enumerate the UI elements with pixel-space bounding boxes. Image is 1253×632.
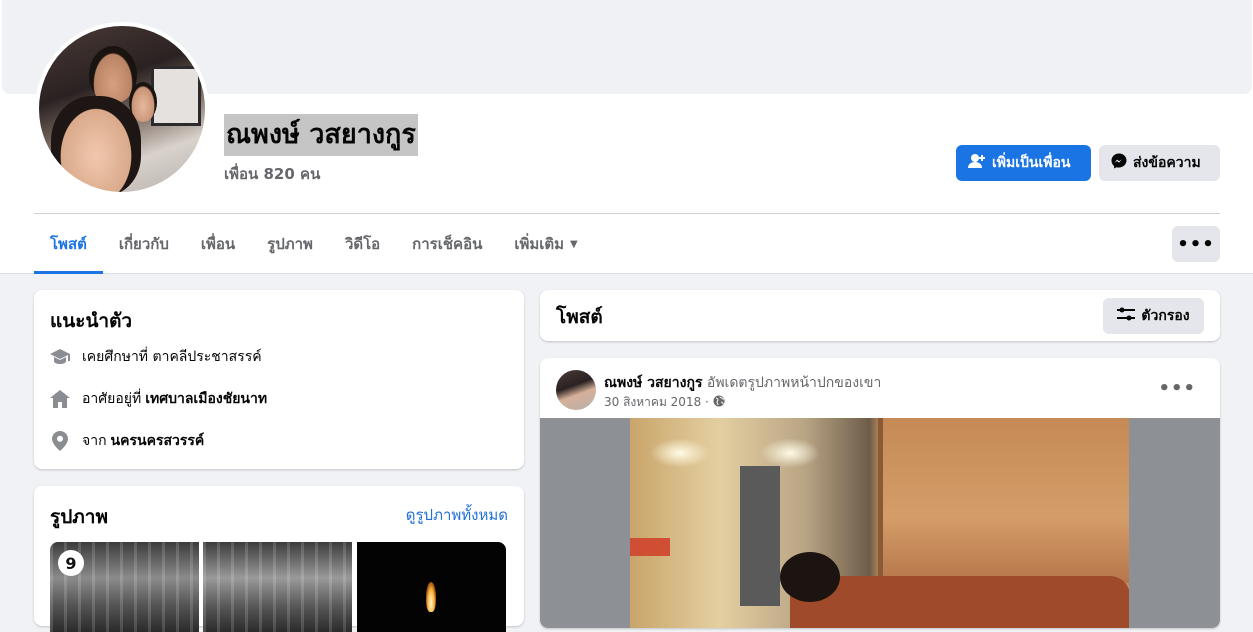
location-pin-icon bbox=[50, 431, 70, 451]
tab-about[interactable]: เกี่ยวกับ bbox=[103, 214, 185, 274]
photo-thumbnail[interactable] bbox=[203, 542, 352, 632]
friends-count[interactable]: เพื่อน 820 คน bbox=[224, 162, 320, 186]
add-friend-icon bbox=[968, 153, 986, 173]
tab-more[interactable]: เพิ่มเติม ▼ bbox=[498, 214, 593, 274]
home-icon bbox=[50, 389, 70, 409]
tab-posts[interactable]: โพสต์ bbox=[34, 214, 103, 274]
profile-header: ณพงษ์ วสยางกูร เพื่อน 820 คน เพิ่มเป็นเพ… bbox=[0, 0, 1253, 274]
photo-thumbnail[interactable]: 9 bbox=[50, 542, 199, 632]
filter-label: ตัวกรอง bbox=[1141, 308, 1190, 324]
post-action-text: อัพเดตรูปภาพหน้าปกของเขา bbox=[706, 375, 882, 391]
photos-title: รูปภาพ bbox=[50, 506, 108, 528]
post-meta: 30 สิงหาคม 2018 · bbox=[604, 393, 725, 412]
candle-flame bbox=[426, 582, 436, 612]
globe-icon bbox=[713, 395, 725, 410]
lives-prefix: อาศัยอยู่ที่ bbox=[82, 391, 142, 407]
post-author-name[interactable]: ณพงษ์ วสยางกูร bbox=[604, 375, 702, 391]
education-text: เคยศึกษาที่ ตาคลีประชาสรรค์ bbox=[82, 349, 262, 365]
profile-tabs: โพสต์ เกี่ยวกับ เพื่อน รูปภาพ วิดีโอ การ… bbox=[34, 214, 594, 274]
post-photo[interactable] bbox=[630, 418, 1129, 628]
caret-down-icon: ▼ bbox=[570, 238, 578, 250]
post-author-avatar[interactable] bbox=[556, 370, 596, 410]
photos-card: รูปภาพ ดูรูปภาพทั้งหมด 9 bbox=[34, 486, 524, 632]
send-message-label: ส่งข้อความ bbox=[1133, 155, 1201, 171]
profile-name: ณพงษ์ วสยางกูร bbox=[224, 114, 418, 156]
post-date[interactable]: 30 สิงหาคม 2018 · bbox=[604, 393, 709, 412]
post-header-text: ณพงษ์ วสยางกูร อัพเดตรูปภาพหน้าปกของเขา bbox=[604, 372, 881, 394]
intro-education: เคยศึกษาที่ ตาคลีประชาสรรค์ bbox=[50, 346, 262, 368]
intro-from: จาก นครนครสวรรค์ bbox=[50, 430, 204, 452]
from-place[interactable]: นครนครสวรรค์ bbox=[111, 430, 205, 452]
from-prefix: จาก bbox=[82, 433, 107, 449]
posts-title: โพสต์ bbox=[556, 306, 603, 328]
filter-icon bbox=[1117, 307, 1136, 325]
post-card: ณพงษ์ วสยางกูร อัพเดตรูปภาพหน้าปกของเขา … bbox=[540, 358, 1220, 628]
intro-card: แนะนำตัว เคยศึกษาที่ ตาคลีประชาสรรค์ อาศ… bbox=[34, 290, 524, 469]
posts-header-card: โพสต์ ตัวกรอง bbox=[540, 290, 1220, 341]
post-media[interactable] bbox=[540, 418, 1220, 628]
see-all-photos-link[interactable]: ดูรูปภาพทั้งหมด bbox=[406, 503, 508, 527]
add-friend-button[interactable]: เพิ่มเป็นเพื่อน bbox=[956, 145, 1091, 181]
more-options-button[interactable]: ••• bbox=[1172, 226, 1220, 262]
photo-thumbnail[interactable] bbox=[357, 542, 506, 632]
graduation-cap-icon bbox=[50, 347, 70, 367]
send-message-button[interactable]: ส่งข้อความ bbox=[1099, 145, 1220, 181]
intro-title: แนะนำตัว bbox=[50, 310, 133, 332]
profile-avatar[interactable] bbox=[35, 22, 209, 196]
tab-videos[interactable]: วิดีโอ bbox=[329, 214, 396, 274]
post-options-button[interactable]: ••• bbox=[1158, 378, 1196, 399]
intro-lives: อาศัยอยู่ที่ เทศบาลเมืองชัยนาท bbox=[50, 388, 267, 410]
add-friend-label: เพิ่มเป็นเพื่อน bbox=[992, 155, 1071, 171]
filter-button[interactable]: ตัวกรอง bbox=[1103, 298, 1204, 334]
tab-friends[interactable]: เพื่อน bbox=[185, 214, 251, 274]
photo-badge: 9 bbox=[58, 550, 84, 576]
tab-photos[interactable]: รูปภาพ bbox=[251, 214, 329, 274]
messenger-icon bbox=[1111, 153, 1127, 173]
tab-checkins[interactable]: การเช็คอิน bbox=[396, 214, 498, 274]
lives-place[interactable]: เทศบาลเมืองชัยนาท bbox=[145, 388, 267, 410]
